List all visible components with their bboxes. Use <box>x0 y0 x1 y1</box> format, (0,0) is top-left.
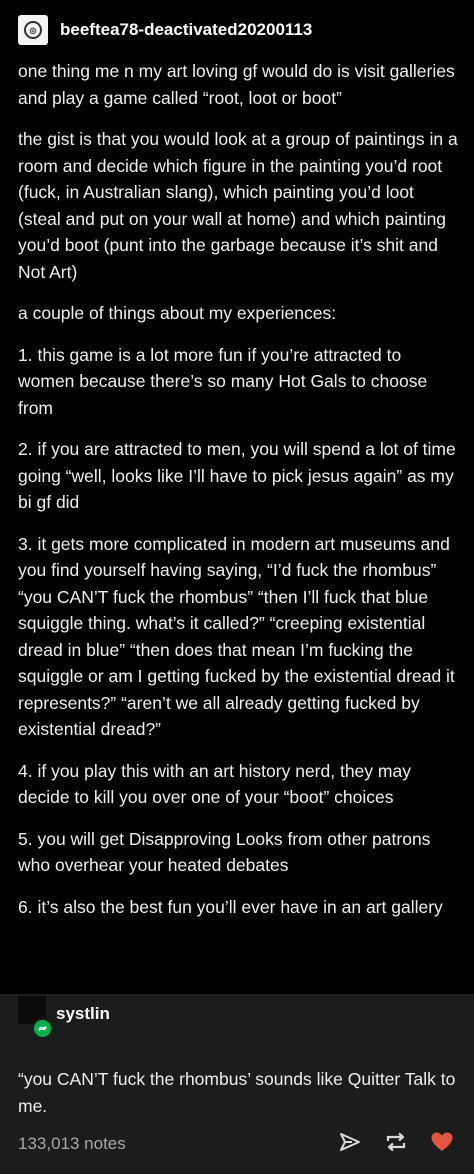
reblog-badge-icon <box>32 1018 53 1039</box>
op-paragraph: the gist is that you would look at a gro… <box>18 129 458 282</box>
reblog-text: “you CAN’T fuck the rhombus’ sounds like… <box>18 1069 456 1116</box>
op-header: ◎ beeftea78-deactivated20200113 <box>18 14 312 46</box>
avatar-logo-icon: ◎ <box>24 21 42 39</box>
op-username[interactable]: beeftea78-deactivated20200113 <box>60 20 312 40</box>
op-paragraph: 4. if you play this with an art history … <box>18 760 411 808</box>
op-avatar[interactable]: ◎ <box>18 15 48 45</box>
share-icon[interactable] <box>336 1128 364 1156</box>
op-paragraph: 3. it gets more complicated in modern ar… <box>18 533 455 740</box>
reblog-icon[interactable] <box>382 1128 410 1156</box>
notes-count[interactable]: 133,013 notes <box>18 1134 126 1154</box>
reblog-username[interactable]: systlin <box>56 1004 110 1024</box>
op-paragraph: a couple of things about my experiences: <box>18 303 337 323</box>
tumblr-post: ◎ beeftea78-deactivated20200113 one thin… <box>0 0 474 1174</box>
op-paragraph: one thing me n my art loving gf would do… <box>18 61 455 108</box>
op-paragraph: 2. if you are attracted to men, you will… <box>18 439 456 512</box>
post-footer: 133,013 notes <box>0 1120 474 1170</box>
like-icon[interactable] <box>428 1128 456 1156</box>
op-paragraph: 5. you will get Disapproving Looks from … <box>18 828 431 876</box>
op-paragraph: 6. it’s also the best fun you’ll ever ha… <box>18 896 443 917</box>
op-paragraph: 1. this game is a lot more fun if you’re… <box>18 344 428 418</box>
op-body: one thing me n my art loving gf would do… <box>18 58 458 935</box>
